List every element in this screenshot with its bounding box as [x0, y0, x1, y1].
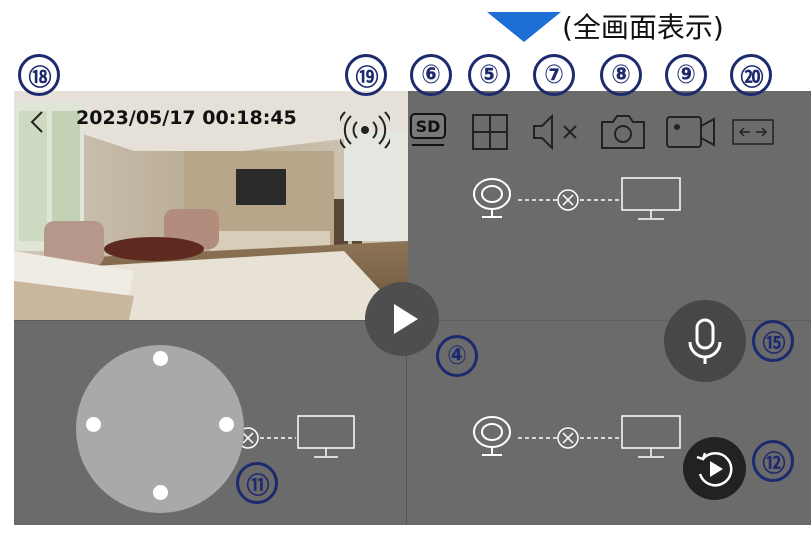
grid-divider-horizontal [406, 320, 811, 321]
play-icon [394, 304, 418, 334]
ptz-right-dot[interactable] [219, 417, 234, 432]
callout-8: ⑧ [600, 54, 642, 96]
callout-5: ⑤ [468, 54, 510, 96]
signal-icon[interactable] [340, 110, 390, 150]
camera-offline-top-right [473, 177, 681, 220]
video-timestamp: 2023/05/17 00:18:45 [76, 107, 297, 129]
sd-label: SD [410, 113, 446, 139]
record-icon[interactable] [664, 112, 718, 152]
ptz-up-dot[interactable] [153, 351, 168, 366]
callout-11: ⑪ [236, 462, 278, 504]
microphone-icon [688, 318, 722, 364]
callout-19: ⑲ [345, 54, 387, 96]
callout-15: ⑮ [752, 320, 794, 362]
ptz-down-dot[interactable] [153, 485, 168, 500]
sd-quality-icon[interactable]: SD [410, 113, 450, 149]
down-arrow-indicator [487, 12, 561, 42]
callout-4: ④ [436, 335, 478, 377]
callout-20: ⑳ [730, 54, 772, 96]
camera-offline-bottom-left [237, 415, 355, 458]
back-icon[interactable] [26, 108, 48, 136]
callout-9: ⑨ [665, 54, 707, 96]
callout-7: ⑦ [533, 54, 575, 96]
camera-offline-bottom-right [473, 415, 681, 458]
grid-divider-horizontal-left [14, 320, 406, 321]
fullscreen-caption: (全画面表示) [562, 11, 724, 44]
snapshot-icon[interactable] [598, 112, 648, 152]
mute-icon[interactable] [530, 112, 586, 152]
callout-18: ⑱ [18, 54, 60, 96]
ptz-left-dot[interactable] [86, 417, 101, 432]
play-button[interactable] [365, 282, 439, 356]
callout-6: ⑥ [410, 54, 452, 96]
callout-12: ⑫ [752, 440, 794, 482]
microphone-button[interactable] [664, 300, 746, 382]
grid-split-icon[interactable] [470, 112, 510, 152]
fit-screen-icon[interactable] [730, 115, 776, 149]
ptz-joystick[interactable] [76, 345, 244, 513]
replay-icon [696, 452, 733, 487]
playback-button[interactable] [683, 437, 746, 500]
